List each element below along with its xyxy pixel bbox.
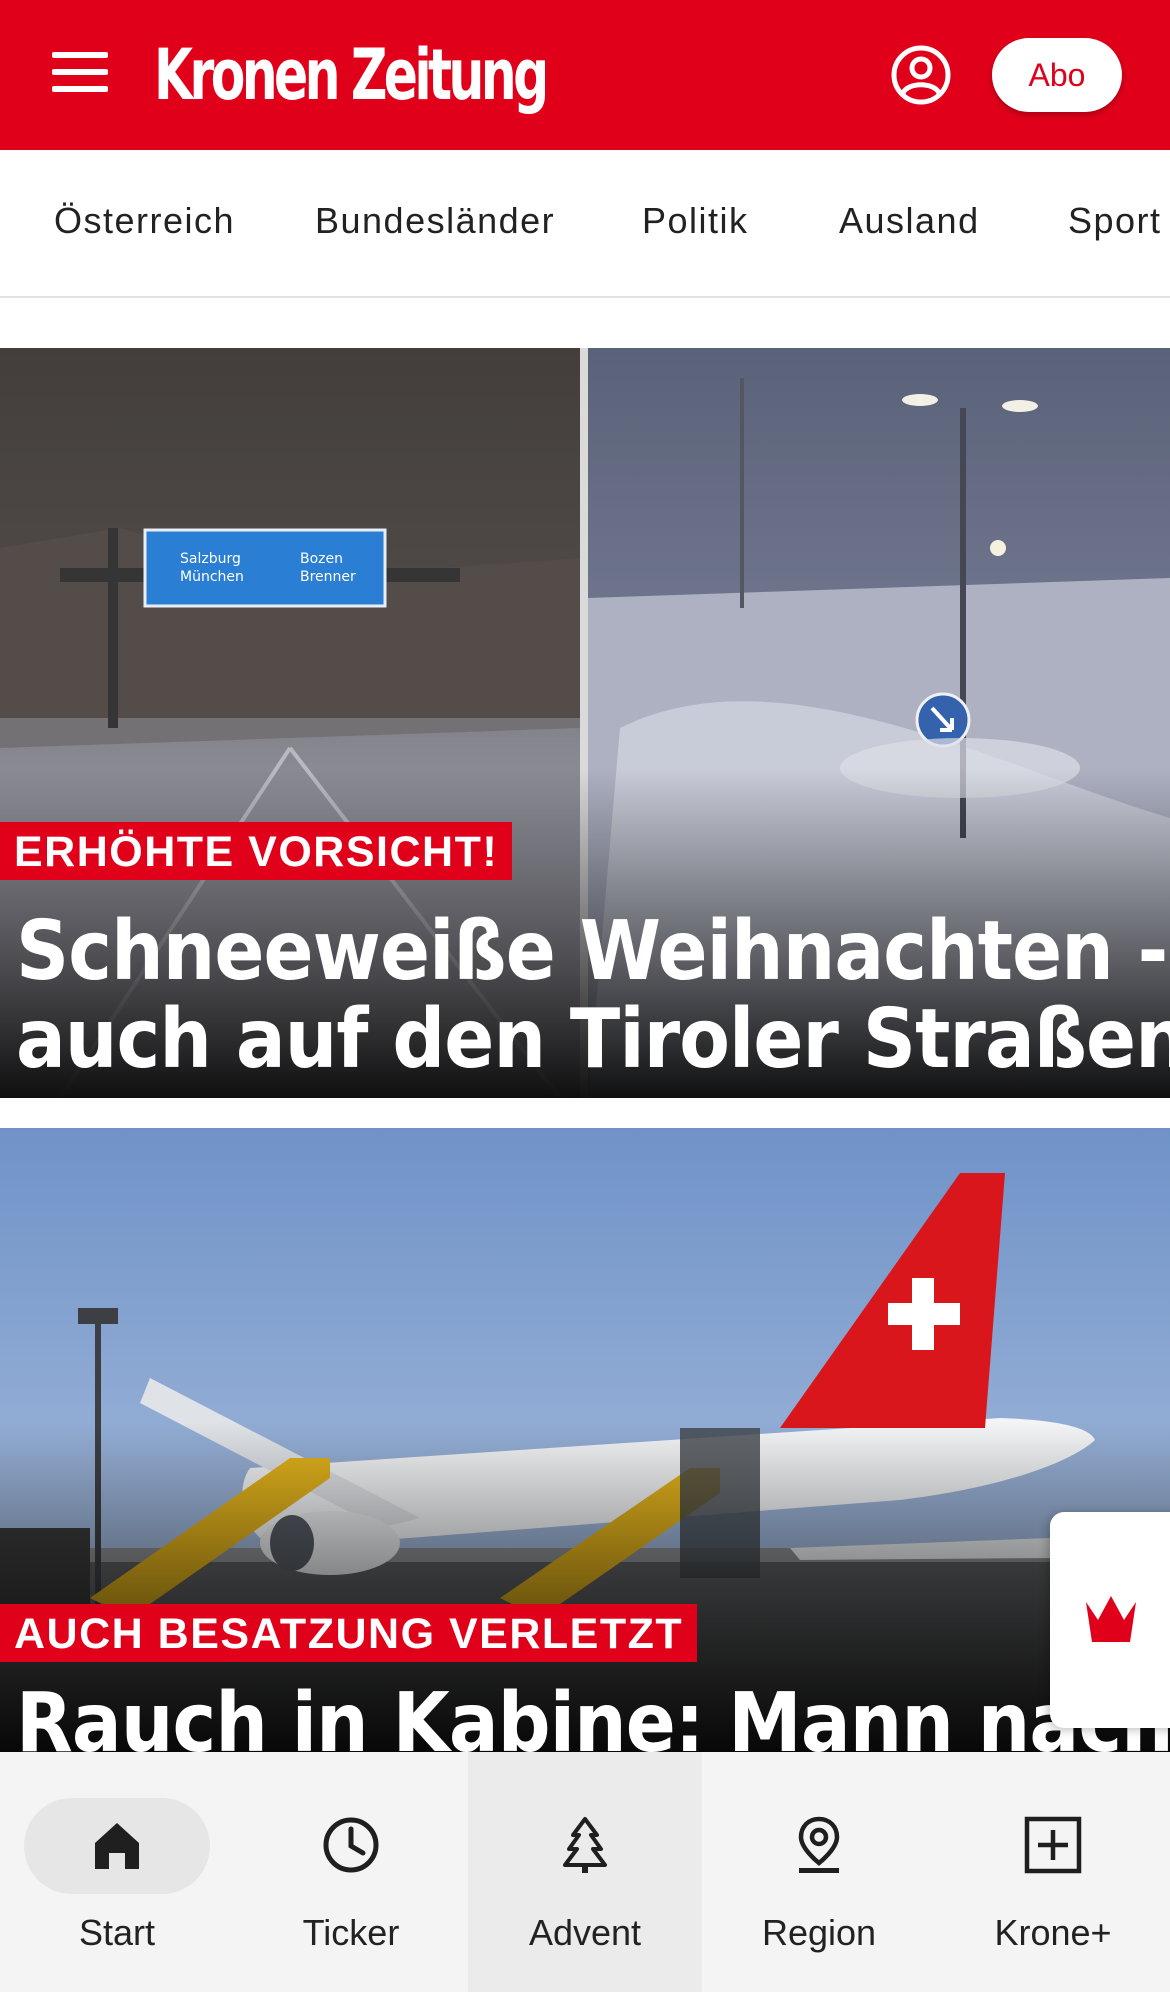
article-kicker: AUCH BESATZUNG VERLETZT [0,1604,698,1662]
clock-icon [323,1817,379,1873]
category-politik[interactable]: Politik [642,200,749,242]
home-icon [95,1823,139,1869]
plus-box-icon [1024,1816,1082,1874]
menu-icon[interactable] [52,52,114,98]
nav-label: Region [761,1912,877,1953]
nav-label: Krone+ [994,1912,1112,1953]
nav-tab-kroneplus[interactable]: Krone+ [936,1752,1170,1992]
site-logo[interactable]: Kronen Zeitung [154,30,549,120]
article-headline-line1: Schneeweiße Weihnachten - [16,904,1168,999]
krone-floating-tab[interactable] [1050,1512,1170,1728]
article-card-snow[interactable]: Salzburg München Bozen Brenner ERHÖHTE V… [0,348,1170,1098]
article-card-airplane[interactable]: AUCH BESATZUNG VERLETZT Rauch in Kabine:… [0,1128,1170,1752]
article-kicker: ERHÖHTE VORSICHT! [0,822,513,880]
nav-tab-start[interactable]: Start [0,1752,234,1992]
nav-label: Ticker [302,1912,400,1953]
category-bundeslaender[interactable]: Bundesländer [315,200,555,242]
nav-tab-region[interactable]: Region [702,1752,936,1992]
nav-label: Start [78,1912,156,1953]
location-pin-icon [798,1816,840,1873]
article-headline-line2: auch auf den Tiroler Straßen [16,992,1170,1087]
account-icon[interactable] [890,44,952,106]
bottom-navigation: Start Ticker Advent Region Krone+ [0,1752,1170,1992]
article-headline-line1: Rauch in Kabine: Mann nach [16,1676,1170,1753]
app-header: Kronen Zeitung Abo [0,0,1170,150]
abo-button[interactable]: Abo [992,38,1122,112]
nav-tab-advent[interactable]: Advent [468,1752,702,1992]
nav-label: Advent [528,1912,642,1953]
tree-icon [563,1817,607,1873]
nav-tab-ticker[interactable]: Ticker [234,1752,468,1992]
category-nav: Österreich Bundesländer Politik Ausland … [0,150,1170,298]
crown-icon [1086,1596,1136,1642]
category-oesterreich[interactable]: Österreich [54,200,235,242]
category-ausland[interactable]: Ausland [839,200,980,242]
category-sport[interactable]: Sport [1068,200,1162,242]
